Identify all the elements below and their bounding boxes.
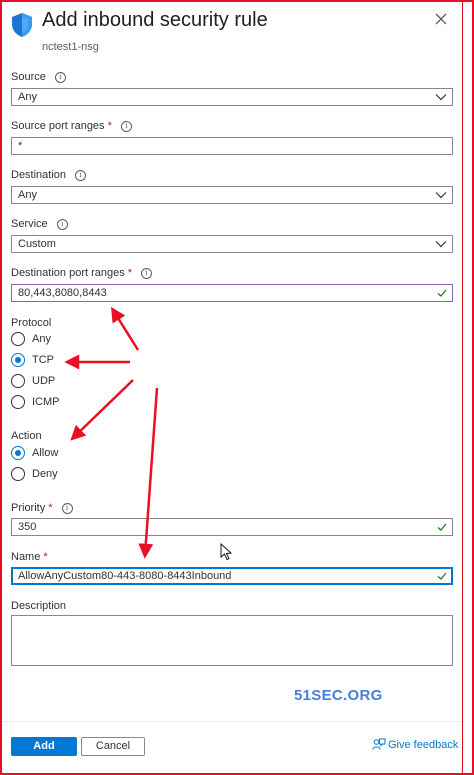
add-button[interactable]: Add bbox=[11, 737, 77, 756]
service-label: Service i bbox=[11, 218, 68, 230]
service-dropdown[interactable]: Custom bbox=[11, 235, 453, 253]
info-icon[interactable]: i bbox=[54, 72, 66, 83]
info-icon[interactable]: i bbox=[120, 121, 132, 132]
required-indicator: * bbox=[107, 120, 112, 132]
watermark: 51SEC.ORG bbox=[294, 687, 383, 704]
arrow-to-allow bbox=[70, 379, 134, 441]
radio-button[interactable] bbox=[11, 395, 25, 409]
info-icon[interactable]: i bbox=[141, 268, 153, 279]
give-feedback-link[interactable]: Give feedback bbox=[372, 738, 458, 751]
destination-port-ranges-input[interactable]: 80,443,8080,8443 bbox=[11, 284, 453, 302]
description-label: Description bbox=[11, 600, 67, 612]
source-label: Source i bbox=[11, 71, 66, 83]
radio-button[interactable] bbox=[11, 467, 25, 481]
info-icon[interactable]: i bbox=[61, 503, 73, 514]
checkmark-icon bbox=[437, 523, 447, 531]
source-port-ranges-label: Source port ranges * i bbox=[11, 120, 132, 132]
priority-input[interactable]: 350 bbox=[11, 518, 453, 536]
checkmark-icon bbox=[437, 572, 447, 580]
radio-button-selected[interactable] bbox=[11, 353, 25, 367]
destination-port-ranges-label: Destination port ranges * i bbox=[11, 267, 153, 279]
checkmark-icon bbox=[437, 289, 447, 297]
feedback-icon bbox=[372, 738, 386, 750]
info-icon[interactable]: i bbox=[56, 219, 68, 230]
action-label: Action bbox=[11, 430, 42, 442]
description-textarea[interactable] bbox=[11, 615, 453, 666]
shield-icon bbox=[12, 13, 32, 37]
arrow-to-port-ranges bbox=[111, 306, 140, 351]
close-icon[interactable] bbox=[434, 12, 448, 26]
radio-button[interactable] bbox=[11, 332, 25, 346]
info-icon[interactable]: i bbox=[75, 170, 87, 181]
required-indicator: * bbox=[48, 502, 53, 514]
panel-divider bbox=[462, 2, 463, 773]
required-indicator: * bbox=[43, 551, 48, 563]
name-input[interactable]: AllowAnyCustom80-443-8080-8443Inbound bbox=[11, 567, 453, 585]
chevron-down-icon bbox=[435, 94, 447, 101]
required-indicator: * bbox=[127, 267, 133, 279]
priority-label: Priority * i bbox=[11, 502, 73, 514]
chevron-down-icon bbox=[435, 241, 447, 248]
radio-button[interactable] bbox=[11, 374, 25, 388]
radio-button-selected[interactable] bbox=[11, 446, 25, 460]
source-dropdown[interactable]: Any bbox=[11, 88, 453, 106]
cancel-button[interactable]: Cancel bbox=[81, 737, 145, 756]
protocol-label: Protocol bbox=[11, 317, 52, 329]
page-title: Add inbound security rule bbox=[42, 9, 268, 31]
mouse-cursor-icon bbox=[220, 542, 233, 561]
panel-header: Add inbound security rule nctest1-nsg bbox=[11, 8, 461, 53]
source-port-ranges-input[interactable]: * bbox=[11, 137, 453, 155]
footer-divider bbox=[2, 721, 462, 722]
destination-label: Destination i bbox=[11, 169, 87, 181]
name-label: Name * bbox=[11, 551, 48, 563]
destination-dropdown[interactable]: Any bbox=[11, 186, 453, 204]
chevron-down-icon bbox=[435, 192, 447, 199]
page-subtitle: nctest1-nsg bbox=[42, 41, 99, 53]
